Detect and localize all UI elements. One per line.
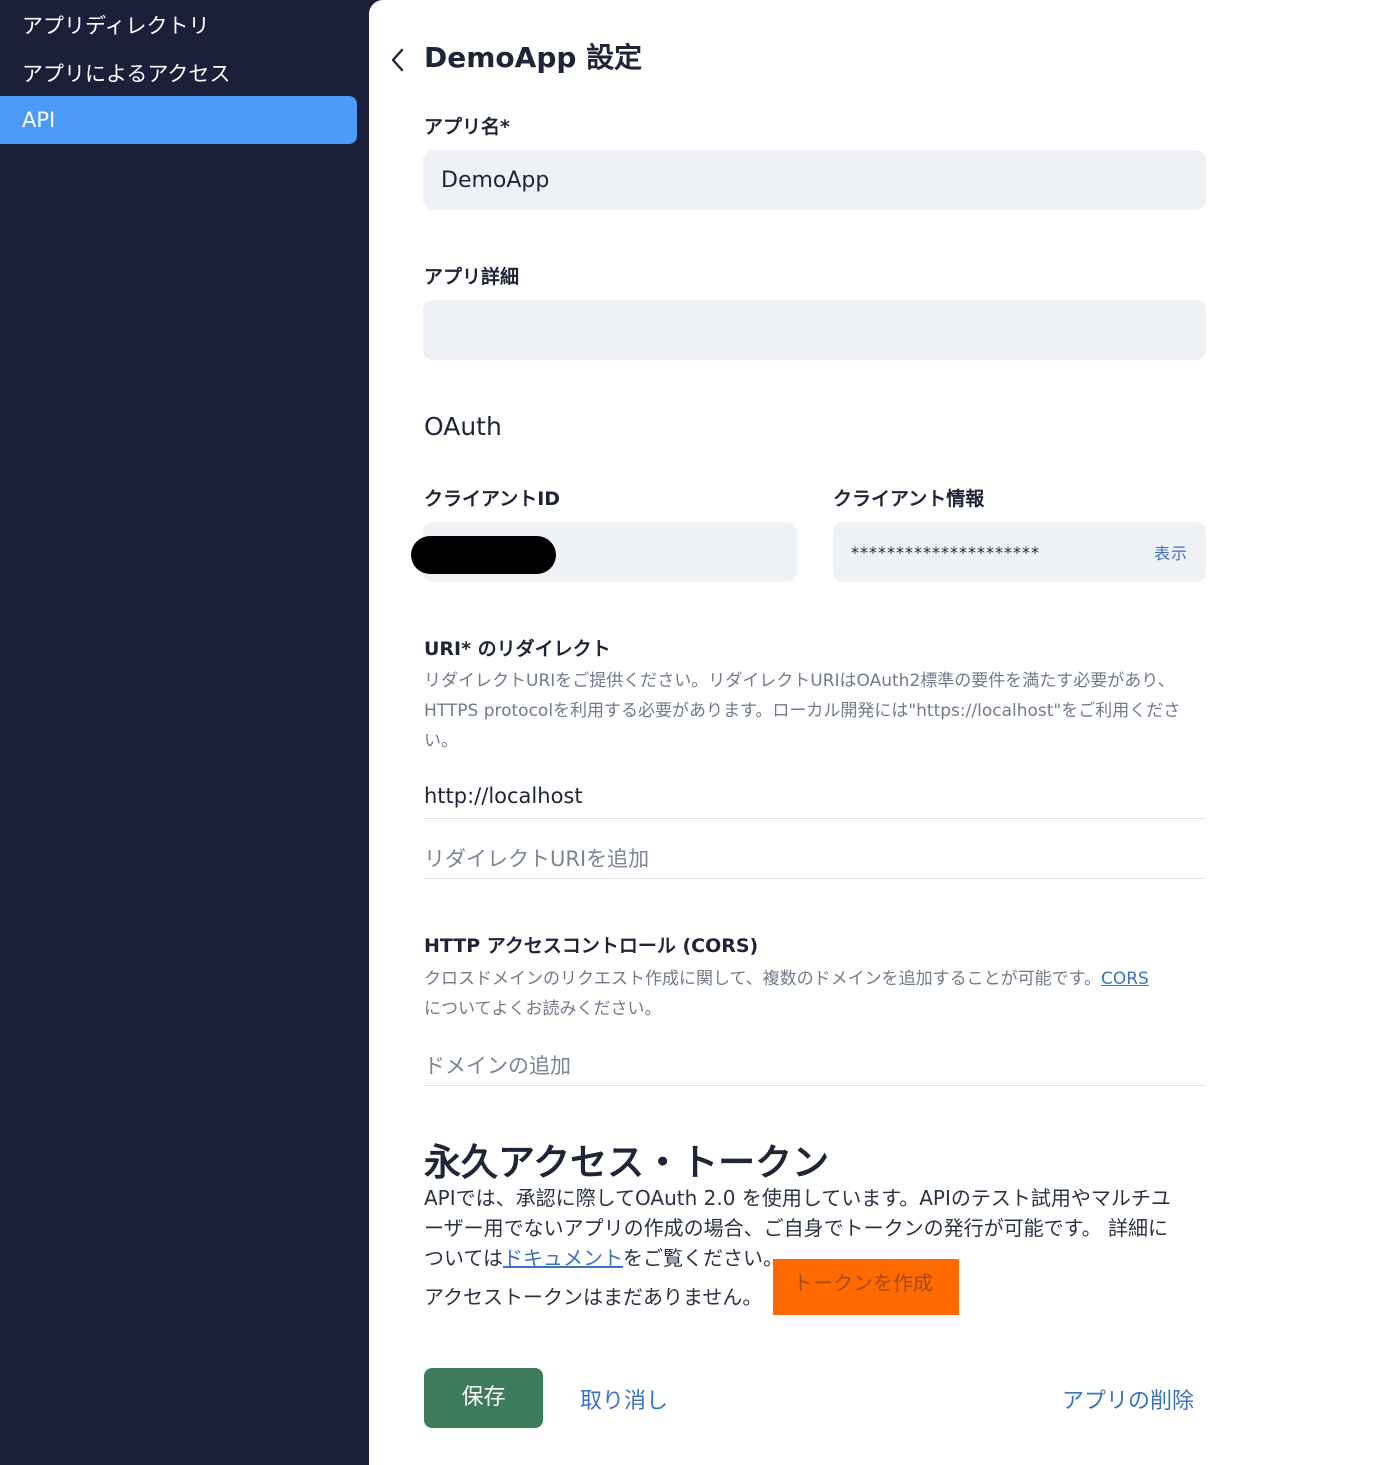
chevron-left-icon[interactable] (388, 46, 408, 74)
app-name-input[interactable]: DemoApp (423, 150, 1206, 210)
client-id-label: クライアントID (424, 488, 561, 510)
page-title: DemoApp 設定 (424, 41, 643, 74)
main-panel: DemoApp 設定 アプリ名* DemoApp アプリ詳細 OAuth クライ… (369, 0, 1374, 1465)
desc-line: ーザー用でないアプリの作成の場合、ご自身でトークンの発行が可能です。 詳細に (424, 1216, 1168, 1240)
create-token-button[interactable]: トークンを作成 (773, 1259, 959, 1315)
desc-text: をご覧ください。 (623, 1246, 783, 1270)
app-name-label: アプリ名* (424, 116, 510, 138)
redirect-uri-title: URI* のリダイレクト (424, 638, 611, 660)
create-token-label: トークンを作成 (793, 1271, 933, 1295)
add-redirect-uri-input[interactable]: リダイレクトURIを追加 (424, 843, 649, 873)
help-line: い。 (424, 731, 458, 751)
documentation-link[interactable]: ドキュメント (503, 1246, 623, 1270)
oauth-section-title: OAuth (424, 412, 502, 441)
reveal-secret-button[interactable]: 表示 (1154, 540, 1188, 564)
help-text: クロスドメインのリクエスト作成に関して、複数のドメインを追加することが可能です。 (424, 969, 1101, 989)
redirect-uri-value[interactable]: http://localhost (424, 784, 583, 808)
sidebar-item-api[interactable]: API (0, 96, 357, 144)
add-domain-input[interactable]: ドメインの追加 (424, 1050, 571, 1080)
cors-link[interactable]: CORS (1101, 969, 1149, 989)
sidebar-item-app-directory[interactable]: アプリディレクトリ (0, 2, 357, 50)
delete-app-button[interactable]: アプリの削除 (1062, 1383, 1194, 1415)
sidebar-item-label: アプリによるアクセス (22, 62, 231, 86)
save-button[interactable]: 保存 (424, 1368, 543, 1428)
divider (424, 878, 1206, 879)
help-line: HTTPS protocolを利用する必要があります。ローカル開発には"http… (424, 701, 1181, 721)
cors-title: HTTP アクセスコントロール (CORS) (424, 935, 759, 957)
app-detail-label: アプリ詳細 (424, 266, 520, 288)
no-token-text: アクセストークンはまだありません。 (424, 1285, 763, 1309)
help-line: リダイレクトURIをご提供ください。リダイレクトURIはOAuth2標準の要件を… (424, 671, 1175, 691)
redirect-uri-help: リダイレクトURIをご提供ください。リダイレクトURIはOAuth2標準の要件を… (424, 666, 1209, 756)
redaction-mark (411, 536, 556, 574)
app-detail-input[interactable] (423, 300, 1206, 360)
client-secret-field: ********************* 表示 (833, 522, 1206, 582)
cors-help: クロスドメインのリクエスト作成に関して、複数のドメインを追加することが可能です。… (424, 964, 1209, 1024)
app-name-value: DemoApp (441, 167, 550, 193)
client-secret-value: ********************* (851, 542, 1040, 562)
desc-text: ついては (424, 1246, 503, 1270)
client-secret-label: クライアント情報 (833, 488, 985, 510)
divider (424, 1085, 1206, 1086)
desc-line: APIでは、承認に際してOAuth 2.0 を使用しています。APIのテスト試用… (424, 1186, 1171, 1210)
sidebar: アプリディレクトリ アプリによるアクセス API (0, 0, 369, 1465)
help-text: についてよくお読みください。 (424, 999, 662, 1019)
cancel-button[interactable]: 取り消し (580, 1383, 668, 1415)
sidebar-item-label: アプリディレクトリ (22, 14, 210, 38)
token-section-title: 永久アクセス・トークン (424, 1141, 830, 1184)
sidebar-item-label: API (22, 108, 56, 132)
divider (424, 818, 1206, 819)
sidebar-item-app-access[interactable]: アプリによるアクセス (0, 50, 357, 98)
